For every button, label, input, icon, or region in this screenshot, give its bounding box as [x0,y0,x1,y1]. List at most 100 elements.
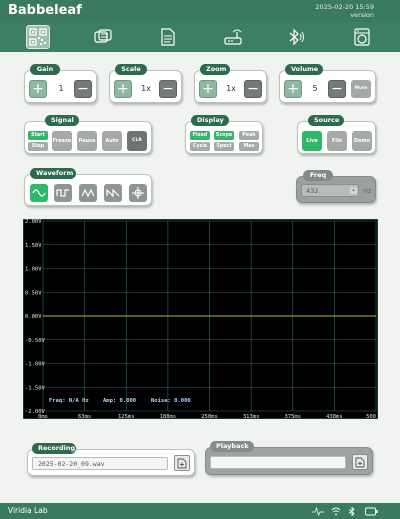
y-tick-label: 0.50V [25,290,42,296]
sawtooth-wave-button[interactable] [104,184,122,202]
zoom-plus-button[interactable]: + [199,80,217,98]
scale-plus-button[interactable]: + [114,80,132,98]
save-file-icon [177,458,187,468]
demo-button[interactable]: Demo [352,131,372,151]
y-tick-label: 0.00V [25,314,42,320]
gain-minus-button[interactable]: − [74,80,92,98]
x-tick-label: 188ms [160,414,177,419]
volume-title: Volume [285,64,323,75]
oscilloscope-chart[interactable]: 2.00V 1.50V 1.00V 0.50V 0.00V -0.50V -1.00V -1.… [22,218,379,420]
status-amp: Amp: 0.000 [103,398,136,404]
bluetooth-signal-icon [289,28,304,46]
freq-spinner[interactable]: ▴ [350,187,357,194]
scale-panel: Scale + 1x − [109,64,182,103]
router-button[interactable] [221,25,245,49]
sine-wave-icon [32,189,46,197]
playback-panel: Playback [205,441,373,475]
zoom-panel: Zoom + 1x − [194,64,267,103]
peak-button[interactable]: Peak [239,131,259,140]
square-wave-button[interactable] [54,184,72,202]
bluetooth-button[interactable] [284,25,308,49]
recording-filename: 2025-02-20_09.wav [38,460,105,468]
signal-title: Signal [45,115,79,126]
x-tick-label: 63ms [78,414,91,419]
scope-button[interactable]: Scope [214,131,234,140]
scale-minus-button[interactable]: − [159,80,177,98]
bluetooth-icon [348,507,355,516]
mute-button[interactable]: Mute [351,80,371,98]
waveform-panel: Waveform [24,168,152,206]
y-tick-label: 1.00V [25,267,42,273]
status-noise: Noise: 0.000 [151,398,191,404]
zoom-value: 1x [226,84,236,93]
clear-button[interactable]: CLR [127,131,147,151]
display-panel: Display Fixed Cycle Scope Spect Peak Max [185,115,263,154]
cycle-button[interactable]: Cycle [190,142,210,151]
header-version: version [350,11,374,19]
freq-input[interactable]: 432 ▴ [301,184,359,197]
recording-save-button[interactable] [174,455,190,471]
x-tick-label: 500 [366,414,376,419]
recording-filename-field[interactable]: 2025-02-20_09.wav [32,457,168,470]
gain-plus-button[interactable]: + [29,80,47,98]
sine-wave-button[interactable] [30,184,48,202]
app-header: Babbeleaf 2025-02-20 15:59 version [0,0,400,22]
noise-icon [132,187,144,199]
copy-docs-icon [94,29,112,43]
playback-open-button[interactable] [352,454,368,470]
volume-value: 5 [312,84,318,93]
freq-panel: Freq 432 ▴ Hz [296,170,376,203]
x-tick-label: 250ms [201,414,218,419]
playback-filename-field[interactable] [210,456,346,469]
x-tick-label: 438ms [326,414,343,419]
max-button[interactable]: Max [239,142,259,151]
pause-button[interactable]: Pause [77,131,97,151]
washing-machine-icon [354,28,370,46]
y-tick-label: 2.00V [25,219,42,225]
waveform-title: Waveform [30,168,76,179]
copy-docs-button[interactable] [91,25,115,49]
scale-title: Scale [115,64,147,75]
qr-code-icon [29,28,47,46]
footer-label: Viridia Lab [8,506,48,515]
signal-panel: Signal Start Stop Freeze Pause Auto CLR [24,115,152,154]
washing-machine-button[interactable] [350,25,374,49]
freq-title: Freq [303,170,333,181]
volume-minus-button[interactable]: − [328,80,346,98]
triangle-wave-icon [81,188,95,198]
document-icon [161,28,175,46]
y-tick-label: -0.50V [25,338,46,344]
noise-button[interactable] [129,184,147,202]
y-tick-label: -1.00V [25,362,46,368]
volume-plus-button[interactable]: + [284,80,302,98]
heartbeat-icon [312,507,324,516]
scale-value: 1x [141,84,151,93]
x-tick-label: 0ms [38,414,48,419]
freq-unit: Hz [363,187,372,195]
live-button[interactable]: Live [302,131,322,151]
file-button[interactable]: File [327,131,347,151]
y-tick-label: -1.50V [25,385,46,391]
toolbar [0,22,400,52]
gain-value: 1 [58,84,64,93]
auto-button[interactable]: Auto [102,131,122,151]
app-title: Babbeleaf [8,3,82,18]
spect-button[interactable]: Spect [214,142,234,151]
battery-icon [365,507,378,516]
router-icon [224,29,242,45]
document-button[interactable] [156,25,180,49]
stop-button[interactable]: Stop [28,142,48,151]
chart-svg: 2.00V 1.50V 1.00V 0.50V 0.00V -0.50V -1.00V -1.… [22,218,379,420]
recording-title: Recording [32,443,76,454]
freeze-button[interactable]: Freeze [52,131,72,151]
x-tick-label: 313ms [243,414,260,419]
qr-code-button[interactable] [26,25,50,49]
source-panel: Source Live File Demo [297,115,376,154]
fixed-button[interactable]: Fixed [190,131,210,140]
start-button[interactable]: Start [28,131,48,140]
source-title: Source [308,115,344,126]
triangle-wave-button[interactable] [79,184,97,202]
zoom-minus-button[interactable]: − [244,80,262,98]
footer: Viridia Lab [0,503,400,519]
freq-value: 432 [306,187,319,195]
